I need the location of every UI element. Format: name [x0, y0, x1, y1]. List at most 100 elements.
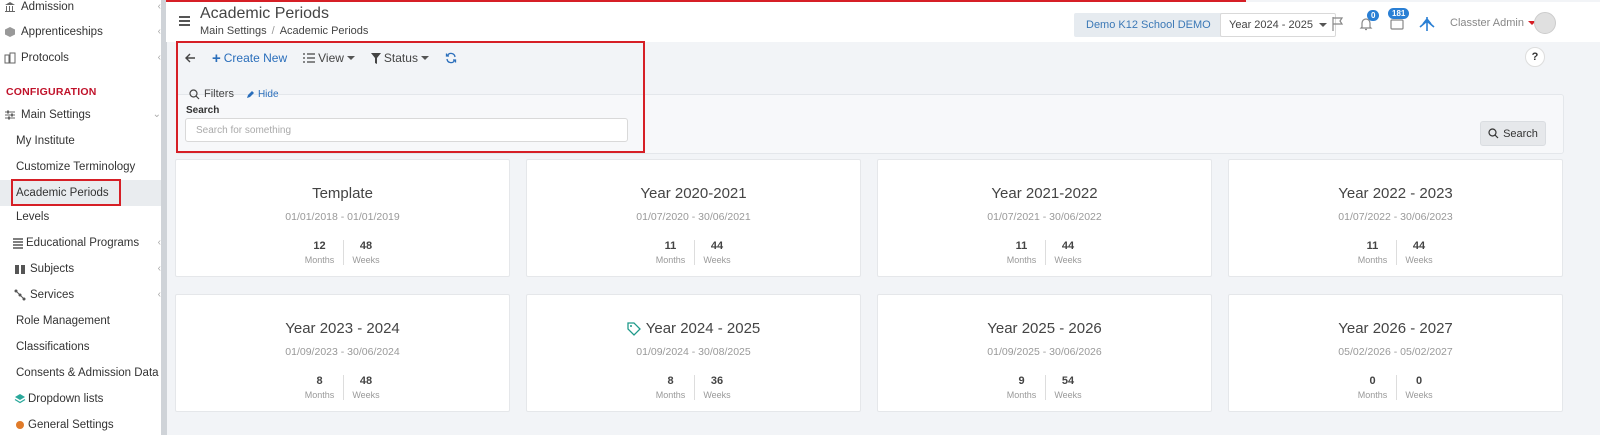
card-stats: 9 Months 54 Weeks: [878, 375, 1211, 400]
period-card-2021-2022[interactable]: Year 2021-2022 01/07/2021 - 30/06/2022 1…: [877, 159, 1212, 277]
weeks-stat: 48 Weeks: [342, 375, 389, 400]
sidebar-item-label: General Settings: [28, 419, 114, 431]
months-stat: 8 Months: [297, 375, 343, 400]
view-button[interactable]: View: [295, 46, 363, 70]
refresh-button[interactable]: [437, 46, 465, 70]
user-menu[interactable]: Classter Admin: [1450, 17, 1536, 29]
help-button[interactable]: ?: [1525, 47, 1545, 67]
period-card-template[interactable]: Template 01/01/2018 - 01/01/2019 12 Month…: [175, 159, 510, 277]
sidebar-item-apprenticeships[interactable]: Apprenticeships ‹: [0, 19, 163, 45]
card-title: Year 2023 - 2024: [176, 320, 509, 337]
sliders-icon: [3, 108, 17, 122]
months-value: 11: [1366, 240, 1379, 252]
inbox-icon[interactable]: 181: [1386, 8, 1410, 35]
months-stat: 8 Months: [648, 375, 694, 400]
sidebar-item-label: Role Management: [16, 315, 110, 327]
sidebar-item-general-settings[interactable]: General Settings: [0, 412, 163, 435]
sidebar-item-label: Classifications: [16, 341, 90, 353]
avatar[interactable]: [1534, 12, 1556, 34]
period-card-2020-2021[interactable]: Year 2020-2021 01/07/2020 - 30/06/2021 1…: [526, 159, 861, 277]
breadcrumb-item[interactable]: Main Settings: [200, 25, 267, 37]
sidebar-item-label: Main Settings: [21, 109, 91, 121]
bank-icon: [3, 0, 17, 14]
weeks-stat: 36 Weeks: [693, 375, 740, 400]
refresh-icon: [445, 52, 457, 64]
nodes-icon: [13, 288, 27, 302]
months-value: 12: [313, 240, 326, 252]
search-icon: [1488, 128, 1499, 139]
weeks-label: Weeks: [352, 255, 380, 265]
search-input[interactable]: [185, 118, 628, 142]
cube-icon: [3, 25, 17, 39]
sidebar-item-label: Customize Terminology: [16, 161, 136, 173]
sidebar-item-admission[interactable]: Admission ‹: [0, 0, 163, 20]
bell-icon[interactable]: 0: [1355, 10, 1380, 35]
caret-down-icon: [420, 56, 429, 60]
back-button[interactable]: [176, 46, 204, 70]
period-card-2024-2025[interactable]: Year 2024 - 2025 01/09/2024 - 30/08/2025…: [526, 294, 861, 412]
sidebar-item-educational-programs[interactable]: Educational Programs ‹: [0, 230, 163, 256]
school-button[interactable]: Demo K12 School DEMO: [1074, 13, 1223, 37]
sidebar-item-my-institute[interactable]: My Institute: [0, 128, 163, 154]
weeks-stat: 44 Weeks: [1395, 240, 1442, 265]
card-title: Template: [176, 185, 509, 202]
breadcrumb-item: Academic Periods: [279, 25, 369, 37]
hide-filters-link[interactable]: Hide: [246, 89, 279, 100]
card-title-text: Year 2020-2021: [640, 185, 747, 202]
weeks-value: 54: [1061, 375, 1075, 387]
sidebar-item-label: Apprenticeships: [21, 26, 103, 38]
card-stats: 0 Months 0 Weeks: [1229, 375, 1562, 400]
sidebar-item-main-settings[interactable]: Main Settings ⌄: [0, 102, 163, 128]
weeks-stat: 54 Weeks: [1044, 375, 1091, 400]
card-dates: 01/09/2025 - 30/06/2026: [987, 346, 1102, 358]
breadcrumb: Main Settings / Academic Periods: [200, 25, 368, 37]
weeks-label: Weeks: [352, 390, 380, 400]
months-stat: 9 Months: [999, 375, 1045, 400]
card-dates: 01/07/2020 - 30/06/2021: [636, 211, 751, 223]
months-value: 8: [316, 375, 323, 387]
weeks-value: 0: [1415, 375, 1423, 387]
sidebar-item-levels[interactable]: Levels: [0, 204, 163, 230]
sidebar-item-academic-periods[interactable]: Academic Periods: [0, 180, 163, 206]
sidebar-item-services[interactable]: Services ‹: [0, 282, 163, 308]
card-stats: 8 Months 48 Weeks: [176, 375, 509, 400]
weeks-label: Weeks: [703, 390, 731, 400]
status-button[interactable]: Status: [363, 46, 437, 70]
year-select[interactable]: Year 2024 - 2025: [1220, 13, 1336, 37]
sidebar-scrollbar[interactable]: [161, 0, 167, 435]
sidebar-item-classifications[interactable]: Classifications: [0, 334, 163, 360]
period-card-2022-2023[interactable]: Year 2022 - 2023 01/07/2022 - 30/06/2023…: [1228, 159, 1563, 277]
card-stats: 11 Months 44 Weeks: [527, 240, 860, 265]
card-title: Year 2022 - 2023: [1229, 185, 1562, 202]
search-button-label: Search: [1503, 127, 1538, 140]
months-label: Months: [304, 390, 335, 400]
sidebar-item-consents-admission-data[interactable]: Consents & Admission Data: [0, 360, 163, 386]
period-card-2023-2024[interactable]: Year 2023 - 2024 01/09/2023 - 30/06/2024…: [175, 294, 510, 412]
sidebar-item-subjects[interactable]: Subjects ‹: [0, 256, 163, 282]
weeks-value: 44: [710, 240, 724, 252]
layers-icon: [13, 392, 27, 406]
classter-logo-icon[interactable]: [1416, 13, 1438, 35]
months-stat: 11 Months: [1350, 240, 1396, 265]
year-select-value: Year 2024 - 2025: [1229, 19, 1313, 31]
card-dates: 01/09/2024 - 30/08/2025: [636, 346, 751, 358]
sidebar-item-label: Consents & Admission Data: [16, 367, 159, 379]
card-title-text: Year 2026 - 2027: [1338, 320, 1453, 337]
hamburger-icon[interactable]: [179, 16, 190, 26]
sidebar-item-protocols[interactable]: Protocols ‹: [0, 45, 163, 71]
list-icon: [303, 53, 316, 63]
sidebar-item-label: Services: [30, 289, 75, 301]
period-card-2026-2027[interactable]: Year 2026 - 2027 05/02/2026 - 05/02/2027…: [1228, 294, 1563, 412]
months-label: Months: [304, 255, 335, 265]
sidebar-item-role-management[interactable]: Role Management: [0, 308, 163, 334]
period-card-2025-2026[interactable]: Year 2025 - 2026 01/09/2025 - 30/06/2026…: [877, 294, 1212, 412]
search-button[interactable]: Search: [1480, 121, 1546, 146]
message-badge: 181: [1388, 8, 1410, 19]
create-new-button[interactable]: + Create New: [204, 46, 295, 70]
sidebar-item-dropdown-lists[interactable]: Dropdown lists: [0, 386, 163, 412]
sidebar-item-customize-terminology[interactable]: Customize Terminology: [0, 154, 163, 180]
flag-icon[interactable]: [1327, 13, 1349, 35]
card-title: Year 2021-2022: [878, 185, 1211, 202]
months-stat: 12 Months: [297, 240, 343, 265]
weeks-value: 44: [1412, 240, 1426, 252]
